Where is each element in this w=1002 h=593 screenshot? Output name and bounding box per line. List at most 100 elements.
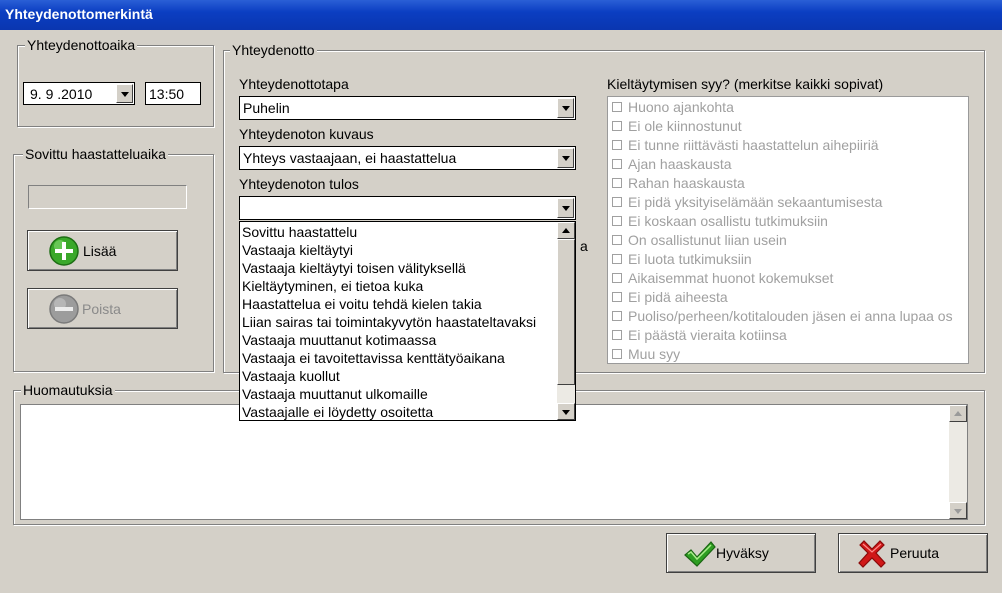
refusal-reason-label: Ajan haaskausta bbox=[628, 156, 732, 172]
refusal-reason-checklist[interactable]: Huono ajankohta Ei ole kiinnostunut Ei tun… bbox=[607, 96, 969, 364]
refusal-reason-item[interactable]: Rahan haaskausta bbox=[608, 174, 968, 193]
window-title: Yhteydenottomerkintä bbox=[5, 6, 153, 22]
result-option[interactable]: Vastaaja kuollut bbox=[240, 367, 556, 385]
refusal-reason-label: Ei ole kiinnostunut bbox=[628, 118, 742, 134]
dropdown-scroll-down-icon[interactable] bbox=[557, 403, 575, 420]
checkbox-icon[interactable] bbox=[612, 349, 622, 359]
checkbox-icon[interactable] bbox=[612, 330, 622, 340]
result-options-container: Sovittu haastattelu Vastaaja kieltäytyi Va… bbox=[240, 223, 556, 420]
contact-time-value: 13:50 bbox=[149, 86, 185, 102]
refusal-reason-item[interactable]: Ei koskaan osallistu tutkimuksiin bbox=[608, 212, 968, 231]
contact-result-select[interactable] bbox=[239, 196, 576, 220]
accept-button-label: Hyväksy bbox=[716, 545, 769, 561]
contact-method-dropdown-arrow-icon[interactable] bbox=[557, 98, 574, 118]
refusal-reason-label: Aikaisemmat huonot kokemukset bbox=[628, 270, 834, 286]
hidden-text-fragment: a bbox=[580, 238, 588, 254]
checkbox-icon[interactable] bbox=[612, 102, 622, 112]
date-dropdown-arrow-icon[interactable] bbox=[116, 84, 133, 103]
contact-result-label: Yhteydenoton tulos bbox=[239, 176, 359, 192]
dropdown-scroll-thumb[interactable] bbox=[557, 239, 575, 385]
appointment-time-field bbox=[28, 185, 187, 209]
refusal-reason-label: On osallistunut liian usein bbox=[628, 232, 787, 248]
cancel-button-label: Peruuta bbox=[890, 545, 940, 561]
result-option[interactable]: Sovittu haastattelu bbox=[240, 223, 556, 241]
refusal-reason-item[interactable]: Ajan haaskausta bbox=[608, 155, 968, 174]
refusal-reason-label: Ei pidä yksityiselämään sekaantumisesta bbox=[628, 194, 883, 210]
result-option[interactable]: Vastaaja kieltäytyi bbox=[240, 241, 556, 259]
notes-group-label: Huomautuksia bbox=[21, 382, 115, 398]
minus-circle-icon bbox=[49, 294, 79, 324]
refusal-reason-item[interactable]: Puoliso/perheen/kotitalouden jäsen ei an… bbox=[608, 307, 968, 326]
contact-time-field[interactable]: 13:50 bbox=[145, 82, 201, 105]
result-option[interactable]: Vastaaja muuttanut kotimaassa bbox=[240, 331, 556, 349]
checkbox-icon[interactable] bbox=[612, 140, 622, 150]
refusal-reason-item[interactable]: Aikaisemmat huonot kokemukset bbox=[608, 269, 968, 288]
red-x-icon bbox=[858, 540, 886, 568]
remove-button[interactable]: Poista bbox=[27, 288, 178, 329]
result-dropdown-scrollbar[interactable] bbox=[557, 222, 575, 420]
refusal-reason-label: Puoliso/perheen/kotitalouden jäsen ei an… bbox=[628, 308, 953, 324]
checkbox-icon[interactable] bbox=[612, 273, 622, 283]
add-button[interactable]: Lisää bbox=[27, 230, 178, 271]
refusal-reason-item[interactable]: Muu syy bbox=[608, 345, 968, 363]
plus-circle-icon bbox=[49, 236, 79, 266]
checkbox-icon[interactable] bbox=[612, 235, 622, 245]
checkbox-icon[interactable] bbox=[612, 159, 622, 169]
refusal-reason-item[interactable]: Ei ole kiinnostunut bbox=[608, 117, 968, 136]
refusal-reason-label: Ei päästä vieraita kotiinsa bbox=[628, 327, 787, 343]
result-option[interactable]: Vastaaja kieltäytyi toisen välityksellä bbox=[240, 259, 556, 277]
refusal-reason-item[interactable]: Ei luota tutkimuksiin bbox=[608, 250, 968, 269]
contact-date-value: 9. 9 .2010 bbox=[30, 86, 93, 102]
accept-button[interactable]: Hyväksy bbox=[666, 533, 816, 573]
refusal-reason-label: Ei pidä aiheesta bbox=[628, 289, 728, 305]
result-option[interactable]: Kieltäytyminen, ei tietoa kuka bbox=[240, 277, 556, 295]
notes-scroll-up-icon[interactable] bbox=[949, 405, 967, 422]
contact-method-select[interactable]: Puhelin bbox=[239, 96, 576, 120]
result-option[interactable]: Vastaaja ei tavoitettavissa kenttätyöaik… bbox=[240, 349, 556, 367]
refusal-reason-label: Ei luota tutkimuksiin bbox=[628, 251, 752, 267]
result-option[interactable]: Haastattelua ei voitu tehdä kielen takia bbox=[240, 295, 556, 313]
contact-description-label: Yhteydenoton kuvaus bbox=[239, 126, 374, 142]
checkbox-icon[interactable] bbox=[612, 311, 622, 321]
refusal-reason-label: Rahan haaskausta bbox=[628, 175, 745, 191]
result-option[interactable]: Vastaaja muuttanut ulkomaille bbox=[240, 385, 556, 403]
result-option[interactable]: Vastaajalle ei löydetty osoitetta bbox=[240, 403, 556, 420]
refusal-reason-item[interactable]: Ei päästä vieraita kotiinsa bbox=[608, 326, 968, 345]
checkbox-icon[interactable] bbox=[612, 216, 622, 226]
contact-date-picker[interactable]: 9. 9 .2010 bbox=[23, 82, 135, 105]
contact-record-dialog: Yhteydenottomerkintä Yhteydenottoaika 9.… bbox=[0, 0, 1002, 593]
refusal-reason-label: Huono ajankohta bbox=[628, 99, 734, 115]
contact-result-dropdown-arrow-icon[interactable] bbox=[557, 198, 574, 218]
refusal-reason-item[interactable]: Huono ajankohta bbox=[608, 98, 968, 117]
refusal-reason-item[interactable]: Ei tunne riittävästi haastattelun aihepi… bbox=[608, 136, 968, 155]
refusal-reason-label: Kieltäytymisen syy? (merkitse kaikki sop… bbox=[607, 76, 884, 92]
contact-time-group-label: Yhteydenottoaika bbox=[25, 37, 138, 53]
checkbox-icon[interactable] bbox=[612, 292, 622, 302]
contact-result-dropdown-list[interactable]: Sovittu haastattelu Vastaaja kieltäytyi Va… bbox=[239, 221, 576, 421]
remove-button-label: Poista bbox=[82, 300, 121, 317]
result-option[interactable]: Liian sairas tai toimintakyvytön haastat… bbox=[240, 313, 556, 331]
notes-scrollbar[interactable] bbox=[949, 405, 967, 519]
checkbox-icon[interactable] bbox=[612, 121, 622, 131]
checkbox-icon[interactable] bbox=[612, 197, 622, 207]
refusal-reason-label: Ei tunne riittävästi haastattelun aihepi… bbox=[628, 137, 879, 153]
title-bar[interactable]: Yhteydenottomerkintä bbox=[0, 0, 1002, 30]
checkmark-icon bbox=[684, 541, 716, 567]
add-button-label: Lisää bbox=[83, 242, 117, 259]
contact-description-select[interactable]: Yhteys vastaajaan, ei haastattelua bbox=[239, 146, 576, 170]
refusal-reason-item[interactable]: Ei pidä yksityiselämään sekaantumisesta bbox=[608, 193, 968, 212]
contact-description-value: Yhteys vastaajaan, ei haastattelua bbox=[243, 150, 457, 166]
checkbox-icon[interactable] bbox=[612, 254, 622, 264]
contact-group-label: Yhteydenotto bbox=[230, 42, 317, 58]
refusal-reason-item[interactable]: Ei pidä aiheesta bbox=[608, 288, 968, 307]
refusal-reason-label: Muu syy bbox=[628, 346, 681, 362]
checkbox-icon[interactable] bbox=[612, 178, 622, 188]
dropdown-scroll-up-icon[interactable] bbox=[557, 222, 575, 239]
refusal-reason-item[interactable]: On osallistunut liian usein bbox=[608, 231, 968, 250]
notes-scroll-down-icon[interactable] bbox=[949, 502, 967, 519]
contact-method-label: Yhteydenottotapa bbox=[239, 76, 349, 92]
contact-method-value: Puhelin bbox=[243, 100, 290, 116]
contact-description-dropdown-arrow-icon[interactable] bbox=[557, 148, 574, 168]
notes-textarea[interactable] bbox=[20, 404, 968, 520]
cancel-button[interactable]: Peruuta bbox=[838, 533, 988, 573]
